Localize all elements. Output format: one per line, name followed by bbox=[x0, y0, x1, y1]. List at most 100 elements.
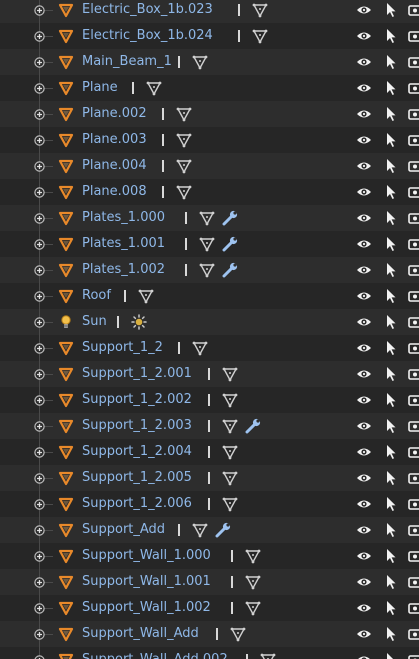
outliner-row[interactable]: Plane.004 bbox=[0, 153, 419, 179]
mesh-data-icon[interactable] bbox=[245, 548, 261, 564]
mesh-data-icon[interactable] bbox=[222, 444, 238, 460]
lamp-object-icon[interactable] bbox=[58, 314, 74, 330]
cursor-arrow-icon[interactable] bbox=[385, 366, 397, 382]
outliner-row[interactable]: Support_Wall_Add bbox=[0, 621, 419, 647]
mesh-object-icon[interactable] bbox=[58, 236, 74, 252]
expand-plus-icon[interactable] bbox=[34, 83, 45, 94]
mesh-object-icon[interactable] bbox=[58, 106, 74, 122]
camera-icon[interactable] bbox=[408, 498, 419, 510]
cursor-arrow-icon[interactable] bbox=[385, 106, 397, 122]
eye-icon[interactable] bbox=[356, 549, 372, 563]
expand-plus-icon[interactable] bbox=[34, 343, 45, 354]
camera-icon[interactable] bbox=[408, 550, 419, 562]
object-name[interactable]: Support_1_2 bbox=[82, 335, 163, 361]
eye-icon[interactable] bbox=[356, 497, 372, 511]
mesh-object-icon[interactable] bbox=[58, 496, 74, 512]
mesh-data-icon[interactable] bbox=[222, 418, 238, 434]
sun-data-icon[interactable] bbox=[131, 314, 147, 330]
expand-plus-icon[interactable] bbox=[34, 577, 45, 588]
cursor-arrow-icon[interactable] bbox=[385, 184, 397, 200]
expand-plus-icon[interactable] bbox=[34, 603, 45, 614]
expand-plus-icon[interactable] bbox=[34, 135, 45, 146]
eye-icon[interactable] bbox=[356, 3, 372, 17]
mesh-object-icon[interactable] bbox=[58, 132, 74, 148]
mesh-data-icon[interactable] bbox=[222, 470, 238, 486]
mesh-object-icon[interactable] bbox=[58, 652, 74, 659]
camera-icon[interactable] bbox=[408, 290, 419, 302]
object-name[interactable]: Support_Wall_Add bbox=[82, 621, 199, 647]
mesh-data-icon[interactable] bbox=[176, 106, 192, 122]
eye-icon[interactable] bbox=[356, 393, 372, 407]
expand-plus-icon[interactable] bbox=[34, 265, 45, 276]
mesh-data-icon[interactable] bbox=[199, 236, 215, 252]
eye-icon[interactable] bbox=[356, 211, 372, 225]
expand-plus-icon[interactable] bbox=[34, 57, 45, 68]
mesh-object-icon[interactable] bbox=[58, 470, 74, 486]
eye-icon[interactable] bbox=[356, 601, 372, 615]
cursor-arrow-icon[interactable] bbox=[385, 444, 397, 460]
wrench-modifier-icon[interactable] bbox=[221, 262, 239, 278]
mesh-object-icon[interactable] bbox=[58, 366, 74, 382]
camera-icon[interactable] bbox=[408, 238, 419, 250]
eye-icon[interactable] bbox=[356, 367, 372, 381]
object-name[interactable]: Plane bbox=[82, 75, 118, 101]
cursor-arrow-icon[interactable] bbox=[385, 574, 397, 590]
expand-plus-icon[interactable] bbox=[34, 161, 45, 172]
expand-plus-icon[interactable] bbox=[34, 655, 45, 659]
object-name[interactable]: Plates_1.000 bbox=[82, 205, 165, 231]
expand-plus-icon[interactable] bbox=[34, 395, 45, 406]
object-name[interactable]: Support_Wall_1.002 bbox=[82, 595, 211, 621]
cursor-arrow-icon[interactable] bbox=[385, 2, 397, 18]
cursor-arrow-icon[interactable] bbox=[385, 158, 397, 174]
expand-plus-icon[interactable] bbox=[34, 291, 45, 302]
cursor-arrow-icon[interactable] bbox=[385, 600, 397, 616]
outliner-row[interactable]: Support_1_2.006 bbox=[0, 491, 419, 517]
object-name[interactable]: Roof bbox=[82, 283, 111, 309]
eye-icon[interactable] bbox=[356, 29, 372, 43]
mesh-object-icon[interactable] bbox=[58, 548, 74, 564]
expand-plus-icon[interactable] bbox=[34, 5, 45, 16]
outliner-row[interactable]: Plates_1.002 bbox=[0, 257, 419, 283]
eye-icon[interactable] bbox=[356, 133, 372, 147]
outliner-row[interactable]: Support_Wall_Add.002 bbox=[0, 647, 419, 659]
object-name[interactable]: Support_Wall_Add.002 bbox=[82, 647, 228, 659]
object-name[interactable]: Support_1_2.005 bbox=[82, 465, 192, 491]
eye-icon[interactable] bbox=[356, 419, 372, 433]
camera-icon[interactable] bbox=[408, 160, 419, 172]
object-name[interactable]: Support_1_2.006 bbox=[82, 491, 192, 517]
mesh-data-icon[interactable] bbox=[245, 574, 261, 590]
mesh-object-icon[interactable] bbox=[58, 444, 74, 460]
eye-icon[interactable] bbox=[356, 107, 372, 121]
camera-icon[interactable] bbox=[408, 524, 419, 536]
camera-icon[interactable] bbox=[408, 108, 419, 120]
camera-icon[interactable] bbox=[408, 420, 419, 432]
outliner-row[interactable]: Main_Beam_1 bbox=[0, 49, 419, 75]
object-name[interactable]: Support_Add bbox=[82, 517, 165, 543]
expand-plus-icon[interactable] bbox=[34, 213, 45, 224]
outliner-row[interactable]: Plane.003 bbox=[0, 127, 419, 153]
cursor-arrow-icon[interactable] bbox=[385, 80, 397, 96]
eye-icon[interactable] bbox=[356, 653, 372, 659]
cursor-arrow-icon[interactable] bbox=[385, 210, 397, 226]
outliner-row[interactable]: Plates_1.001 bbox=[0, 231, 419, 257]
mesh-data-icon[interactable] bbox=[176, 184, 192, 200]
cursor-arrow-icon[interactable] bbox=[385, 288, 397, 304]
outliner-row[interactable]: Support_1_2.003 bbox=[0, 413, 419, 439]
object-name[interactable]: Support_Wall_1.001 bbox=[82, 569, 211, 595]
eye-icon[interactable] bbox=[356, 263, 372, 277]
mesh-data-icon[interactable] bbox=[252, 2, 268, 18]
camera-icon[interactable] bbox=[408, 342, 419, 354]
object-name[interactable]: Support_1_2.001 bbox=[82, 361, 192, 387]
mesh-data-icon[interactable] bbox=[176, 158, 192, 174]
outliner-row[interactable]: Support_1_2.004 bbox=[0, 439, 419, 465]
outliner-row[interactable]: Support_Wall_1.001 bbox=[0, 569, 419, 595]
expand-plus-icon[interactable] bbox=[34, 187, 45, 198]
mesh-data-icon[interactable] bbox=[222, 496, 238, 512]
cursor-arrow-icon[interactable] bbox=[385, 314, 397, 330]
camera-icon[interactable] bbox=[408, 30, 419, 42]
expand-plus-icon[interactable] bbox=[34, 499, 45, 510]
cursor-arrow-icon[interactable] bbox=[385, 340, 397, 356]
outliner-row[interactable]: Plane.008 bbox=[0, 179, 419, 205]
outliner-row[interactable]: Plane bbox=[0, 75, 419, 101]
cursor-arrow-icon[interactable] bbox=[385, 496, 397, 512]
